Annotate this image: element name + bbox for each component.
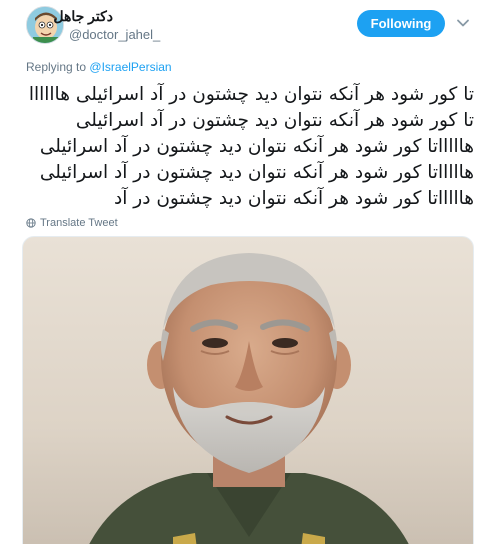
tweet-text: تا کور شود هر آنکه نتوان دید چشتون در آد… <box>26 82 474 212</box>
portrait-photo <box>89 253 409 544</box>
tweet-text-line: تا کور شود هر آنکه نتوان دید چشتون در آد… <box>28 84 474 105</box>
tweet-text-line: هاااااتا کور شود هر آنکه نتوان دید چشتون… <box>39 162 474 183</box>
replying-prefix: Replying to <box>26 60 87 74</box>
display-name[interactable]: دکتر جاهل <box>33 8 113 25</box>
tweet-header: دکتر جاهل @doctor_jahel_ Following <box>0 0 501 52</box>
globe-icon <box>26 218 36 228</box>
tweet-text-line: هاااااتا کور شود هر آنکه نتوان دید چشتون… <box>39 136 474 157</box>
translate-tweet-link[interactable]: Translate Tweet <box>26 217 118 229</box>
tweet-photo[interactable] <box>22 236 474 544</box>
following-button[interactable]: Following <box>357 10 445 37</box>
replying-to: Replying to @IsraelPersian <box>26 60 172 74</box>
tweet-text-line: تا کور شود هر آنکه نتوان دید چشتون در آد… <box>75 110 474 131</box>
user-handle[interactable]: @doctor_jahel_ <box>69 27 160 42</box>
translate-label: Translate Tweet <box>40 217 118 229</box>
tweet-text-line: هاااااتا کور شود هر آنکه نتوان دید چشتون… <box>114 188 474 209</box>
chevron-down-icon[interactable] <box>456 16 470 30</box>
replying-mention-link[interactable]: @IsraelPersian <box>89 60 171 74</box>
